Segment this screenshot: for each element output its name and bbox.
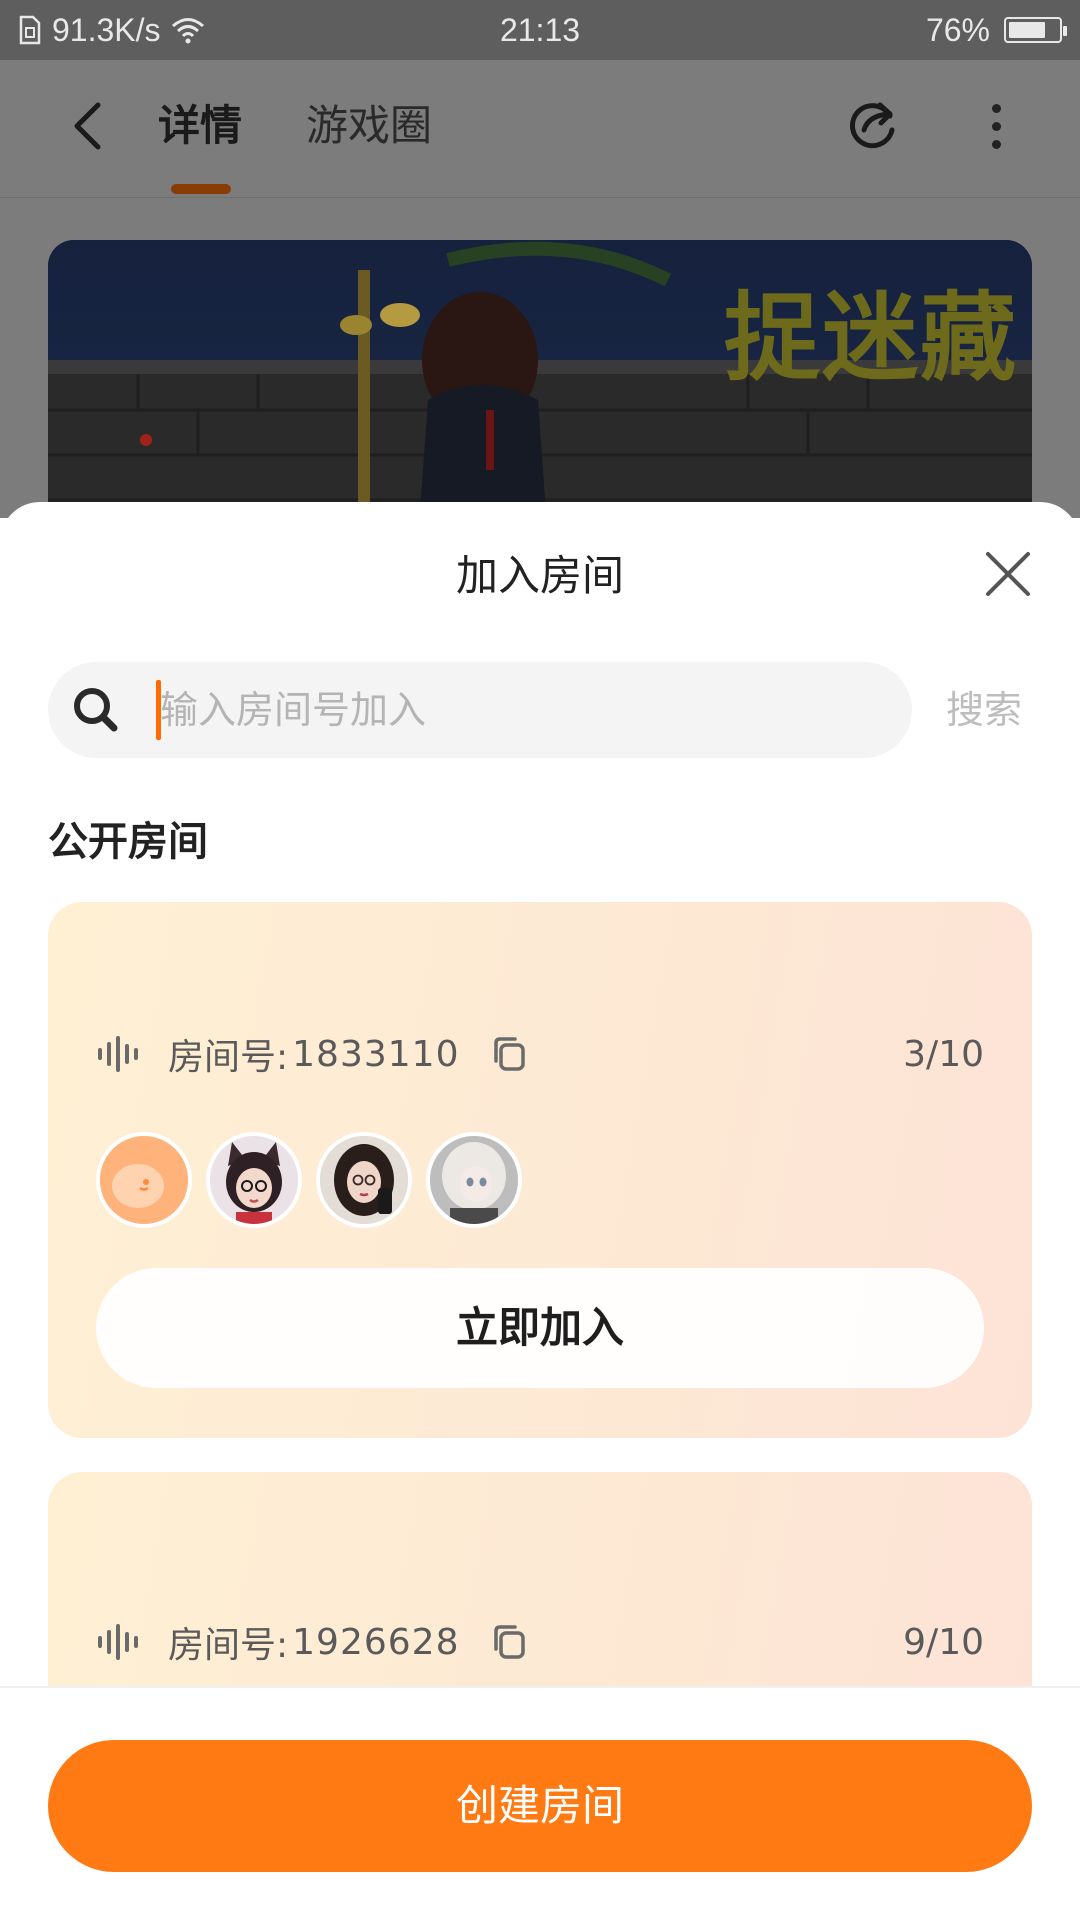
member-avatars xyxy=(96,1132,522,1228)
public-rooms-heading: 公开房间 xyxy=(48,819,208,865)
doll-avatar-icon xyxy=(430,1136,518,1224)
battery-level xyxy=(1009,22,1046,38)
search-button[interactable]: 搜索 xyxy=(946,682,1022,738)
status-bar: 91.3K/s 21:13 76% xyxy=(0,0,1080,60)
search-icon xyxy=(74,688,118,732)
avatar[interactable] xyxy=(96,1132,192,1228)
share-icon xyxy=(850,102,895,149)
tab-detail[interactable]: 详情 xyxy=(158,98,242,154)
more-dot-icon xyxy=(991,103,1001,113)
selfie-girl-avatar-icon xyxy=(320,1136,408,1224)
back-button[interactable] xyxy=(62,96,112,156)
clock: 21:13 xyxy=(499,12,581,48)
join-now-button[interactable]: 立即加入 xyxy=(96,1268,984,1388)
voice-wave-icon xyxy=(98,1036,138,1072)
status-right: 76% xyxy=(925,8,1067,52)
more-dot-icon xyxy=(991,139,1001,149)
room-number-label: 房间号: xyxy=(168,1037,289,1078)
avatar[interactable] xyxy=(426,1132,522,1228)
avatar[interactable] xyxy=(316,1132,412,1228)
search-box[interactable] xyxy=(48,662,912,758)
chevron-left-icon xyxy=(74,102,101,150)
active-tab-indicator xyxy=(171,184,231,194)
room-number-input[interactable] xyxy=(156,680,876,740)
avatar[interactable] xyxy=(206,1132,302,1228)
more-dot-icon xyxy=(991,121,1001,131)
tab-game-circle[interactable]: 游戏圈 xyxy=(306,98,432,154)
room-meta: 房间号: 1926628 9/10 xyxy=(96,1614,984,1670)
share-button[interactable] xyxy=(844,96,904,156)
sheet-title: 加入房间 xyxy=(455,551,624,600)
room-card: 房间号: 1833110 3/10 立即加入 xyxy=(48,902,1032,1438)
voice-wave-icon xyxy=(98,1624,138,1660)
close-button[interactable] xyxy=(980,546,1036,602)
banner-title: 捉迷藏 xyxy=(724,282,1018,394)
app-header: 详情 游戏圈 xyxy=(0,60,1080,198)
room-number: 1833110 xyxy=(292,1033,460,1075)
more-options-button[interactable] xyxy=(976,96,1016,156)
room-number-label: 房间号: xyxy=(168,1625,289,1666)
battery-percent: 76% xyxy=(925,11,990,48)
room-occupancy: 3/10 xyxy=(903,1033,984,1075)
battery-icon xyxy=(1004,17,1067,43)
close-icon xyxy=(986,552,1030,596)
copy-icon[interactable] xyxy=(489,1622,529,1662)
text-cursor xyxy=(156,680,161,740)
bottom-action-bar: 创建房间 xyxy=(0,1686,1080,1920)
mascot-avatar-icon xyxy=(100,1136,188,1224)
copy-icon[interactable] xyxy=(489,1034,529,1074)
game-banner: 捉迷藏 xyxy=(48,240,1032,540)
create-room-button[interactable]: 创建房间 xyxy=(48,1740,1032,1872)
cat-ear-girl-avatar-icon xyxy=(210,1136,298,1224)
room-meta: 房间号: 1833110 3/10 xyxy=(96,1026,984,1082)
room-occupancy: 9/10 xyxy=(903,1621,984,1663)
room-number: 1926628 xyxy=(292,1621,460,1663)
